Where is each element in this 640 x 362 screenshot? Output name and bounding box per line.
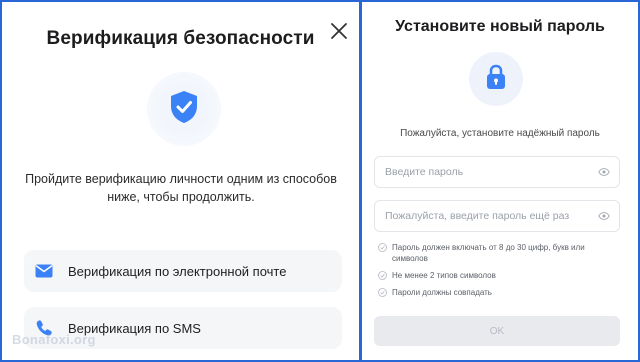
check-circle-icon xyxy=(378,243,387,252)
password-input[interactable] xyxy=(383,165,597,179)
close-icon[interactable] xyxy=(328,20,350,42)
password-rule: Пароли должны совпадать xyxy=(378,287,618,298)
security-verification-panel: Верификация безопасности Пройдите верифи… xyxy=(2,2,359,360)
envelope-icon xyxy=(34,261,54,281)
password-rule-text: Не менее 2 типов символов xyxy=(392,271,496,280)
password-rule-text: Пароли должны совпадать xyxy=(392,288,492,297)
check-circle-icon xyxy=(378,271,387,280)
shield-check-icon xyxy=(168,89,200,130)
eye-icon[interactable] xyxy=(597,165,611,179)
confirm-password-field[interactable] xyxy=(374,200,620,232)
new-password-subtitle: Пожалуйста, установите надёжный пароль xyxy=(400,128,600,139)
password-rule: Не менее 2 типов символов xyxy=(378,270,618,281)
check-circle-icon xyxy=(378,288,387,297)
password-rule-text: Пароль должен включать от 8 до 30 цифр, … xyxy=(392,243,585,263)
lock-badge xyxy=(469,52,523,106)
password-rules: Пароль должен включать от 8 до 30 цифр, … xyxy=(378,242,618,304)
eye-icon[interactable] xyxy=(597,209,611,223)
password-rule: Пароль должен включать от 8 до 30 цифр, … xyxy=(378,242,618,264)
security-verification-title: Верификация безопасности xyxy=(46,28,315,49)
ok-button[interactable]: OK xyxy=(374,316,620,346)
watermark: Bonafoxi.org xyxy=(12,332,96,347)
email-verification-option[interactable]: Верификация по электронной почте xyxy=(24,250,342,292)
new-password-panel: Установите новый пароль Пожалуйста, уста… xyxy=(362,2,638,360)
lock-icon xyxy=(484,63,508,96)
confirm-password-input[interactable] xyxy=(383,209,597,223)
password-field[interactable] xyxy=(374,156,620,188)
new-password-title: Установите новый пароль xyxy=(395,18,605,35)
email-verification-label: Верификация по электронной почте xyxy=(68,263,287,279)
verification-description: Пройдите верификацию личности одним из с… xyxy=(25,172,337,204)
shield-badge xyxy=(147,72,221,146)
